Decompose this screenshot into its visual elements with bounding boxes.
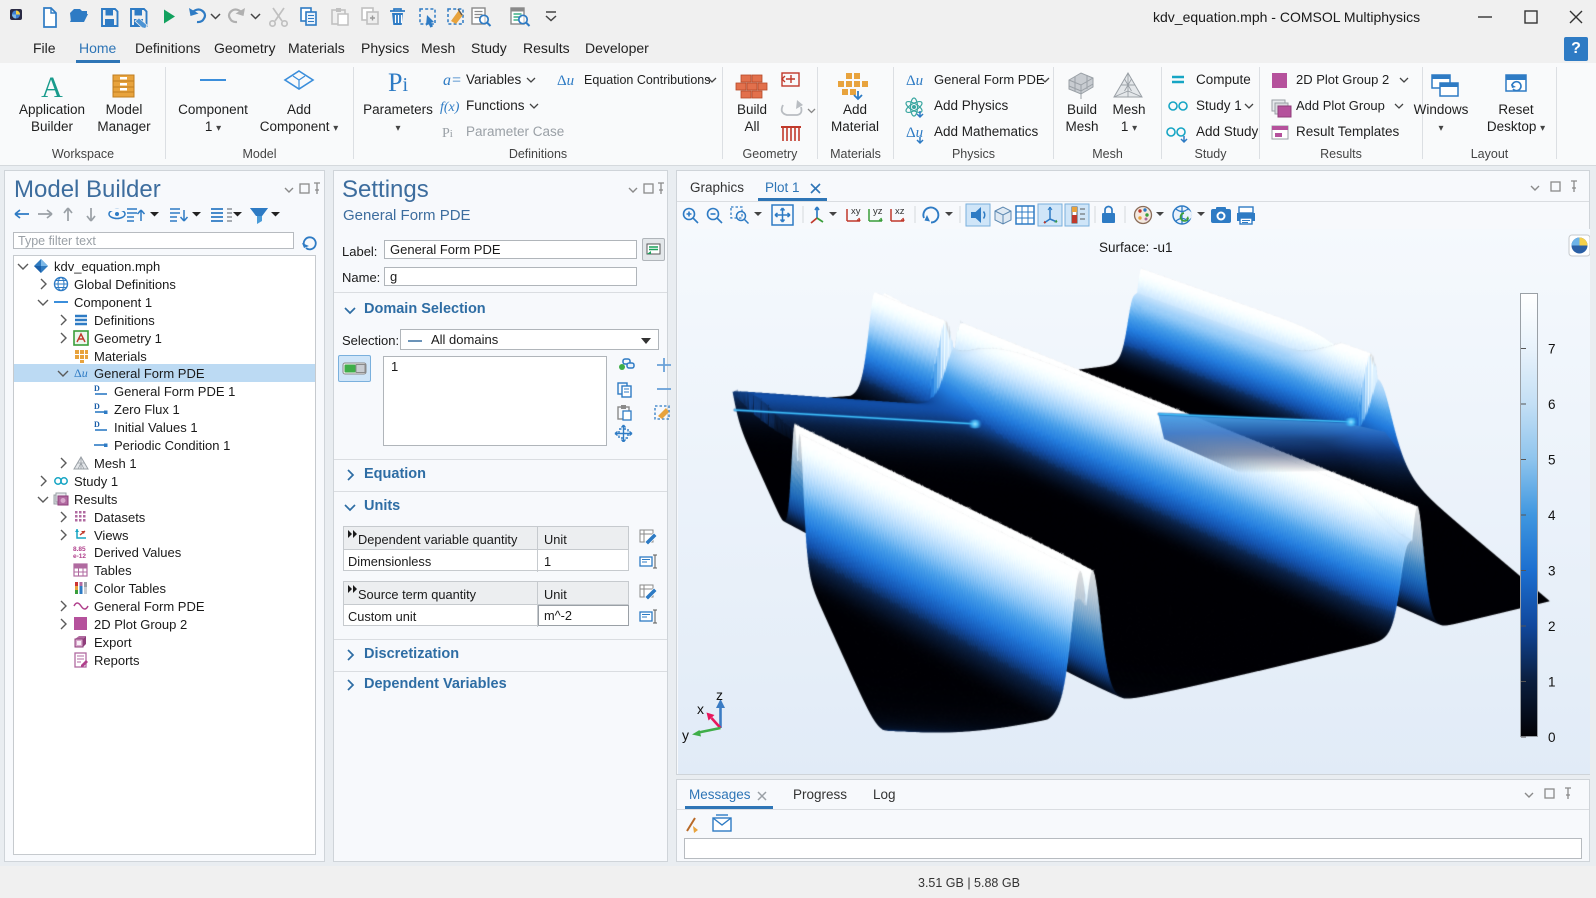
svg-text:Add Mathematics: Add Mathematics bbox=[934, 124, 1039, 139]
svg-text:3: 3 bbox=[1548, 564, 1556, 579]
svg-text:Add Physics: Add Physics bbox=[934, 98, 1009, 113]
svg-text:Add Plot Group: Add Plot Group bbox=[1296, 98, 1385, 113]
svg-text:Equation Contributions: Equation Contributions bbox=[584, 73, 710, 87]
svg-text:e-12: e-12 bbox=[73, 553, 86, 560]
svg-text:0: 0 bbox=[1548, 730, 1556, 745]
svg-text:Functions: Functions bbox=[466, 98, 525, 113]
svg-text:f(x): f(x) bbox=[440, 100, 460, 115]
svg-text:Δu: Δu bbox=[906, 73, 923, 89]
svg-text:Pi: Pi bbox=[442, 126, 453, 141]
svg-text:yz: yz bbox=[873, 206, 883, 217]
svg-text:xz: xz bbox=[895, 206, 905, 217]
svg-text:y: y bbox=[682, 727, 689, 743]
svg-text:Δu: Δu bbox=[74, 366, 88, 380]
svg-text:7: 7 bbox=[1548, 342, 1556, 357]
svg-text:a=: a= bbox=[443, 72, 462, 89]
svg-text:xy: xy bbox=[851, 206, 861, 217]
svg-text:Result Templates: Result Templates bbox=[1296, 124, 1400, 139]
svg-text:2: 2 bbox=[1548, 619, 1556, 634]
svg-text:D: D bbox=[94, 420, 100, 429]
svg-text:1: 1 bbox=[1548, 675, 1556, 690]
svg-text:Δu: Δu bbox=[557, 73, 574, 89]
svg-text:D: D bbox=[94, 384, 100, 393]
svg-text:z: z bbox=[716, 687, 723, 703]
svg-text:A: A bbox=[41, 71, 63, 104]
svg-text:Add Study: Add Study bbox=[1196, 124, 1259, 139]
svg-text:Pi: Pi bbox=[388, 68, 408, 97]
svg-text:Compute: Compute bbox=[1196, 72, 1251, 87]
svg-text:2D Plot Group 2: 2D Plot Group 2 bbox=[1296, 72, 1389, 87]
svg-text:x: x bbox=[697, 701, 704, 717]
svg-text:Study 1: Study 1 bbox=[1196, 98, 1242, 113]
svg-text:4: 4 bbox=[1548, 508, 1556, 523]
svg-text:8.85: 8.85 bbox=[73, 546, 86, 553]
svg-text:Parameter Case: Parameter Case bbox=[466, 124, 564, 139]
svg-text:5: 5 bbox=[1548, 453, 1556, 468]
svg-text:6: 6 bbox=[1548, 397, 1556, 412]
svg-text:D: D bbox=[94, 402, 100, 411]
svg-text:General Form PDE: General Form PDE bbox=[934, 72, 1045, 87]
svg-text:Variables: Variables bbox=[466, 72, 522, 87]
